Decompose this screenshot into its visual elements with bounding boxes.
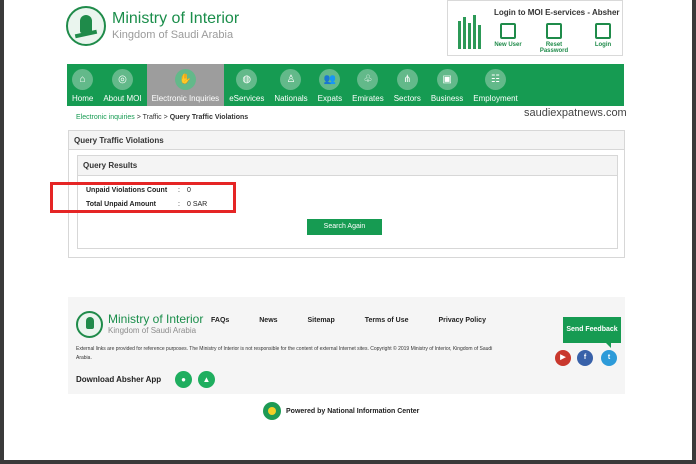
footer-logo[interactable]: Ministry of Interior Kingdom of Saudi Ar… bbox=[76, 311, 203, 338]
android-icon: ▲ bbox=[202, 375, 211, 384]
breadcrumb-electronic-inquiries[interactable]: Electronic inquiries bbox=[76, 114, 135, 121]
footer-links: FAQs News Sitemap Terms of Use Privacy P… bbox=[211, 317, 514, 324]
login-button[interactable]: Login bbox=[584, 23, 622, 48]
red-highlight-box bbox=[50, 182, 236, 213]
nav-nationals[interactable]: ♙ Nationals bbox=[269, 64, 312, 106]
nav-sectors[interactable]: ⋔ Sectors bbox=[389, 64, 426, 106]
footer-link-faqs[interactable]: FAQs bbox=[211, 317, 229, 324]
nav-eservices[interactable]: ◍ eServices bbox=[224, 64, 269, 106]
national-information-center-icon bbox=[263, 402, 281, 420]
search-again-button[interactable]: Search Again bbox=[307, 219, 382, 235]
people-icon: 👥 bbox=[319, 69, 341, 90]
facebook-icon[interactable]: f bbox=[577, 350, 593, 366]
footer-link-sitemap[interactable]: Sitemap bbox=[308, 317, 335, 324]
ministry-logo[interactable]: Ministry of Interior Kingdom of Saudi Ar… bbox=[66, 6, 239, 46]
query-results-title: Query Results bbox=[78, 156, 617, 176]
query-panel-title: Query Traffic Violations bbox=[69, 131, 624, 150]
main-navigation: ⌂ Home ◎ About MOI ✋ Electronic Inquiries ◍… bbox=[67, 64, 624, 106]
site-footer: Ministry of Interior Kingdom of Saudi Ar… bbox=[68, 297, 625, 394]
footer-subtitle: Kingdom of Saudi Arabia bbox=[108, 326, 197, 335]
breadcrumb-separator: > bbox=[163, 114, 168, 121]
nav-inquiries-label: Electronic Inquiries bbox=[151, 94, 220, 103]
home-icon: ⌂ bbox=[72, 69, 94, 90]
nav-home[interactable]: ⌂ Home bbox=[67, 64, 98, 106]
apple-store-button[interactable]: ● bbox=[175, 371, 192, 388]
browser-page: Ministry of Interior Kingdom of Saudi Ar… bbox=[4, 0, 692, 460]
nav-about-moi[interactable]: ◎ About MOI bbox=[98, 64, 146, 106]
footer-emblem-icon bbox=[76, 311, 103, 338]
nav-business[interactable]: ▣ Business bbox=[426, 64, 468, 106]
emblem-icon: ◎ bbox=[111, 69, 133, 90]
breadcrumb: Electronic inquiries > Traffic > Query T… bbox=[76, 114, 248, 121]
nav-eservices-label: eServices bbox=[229, 94, 265, 103]
breadcrumb-separator: > bbox=[136, 114, 141, 121]
share-icon: ⋔ bbox=[396, 69, 418, 90]
footer-title: Ministry of Interior bbox=[108, 312, 204, 326]
nav-expats[interactable]: 👥 Expats bbox=[313, 64, 347, 106]
saudi-emblem-icon bbox=[66, 6, 106, 46]
source-watermark: saudiexpatnews.com bbox=[524, 107, 627, 119]
inquiry-icon: ✋ bbox=[174, 69, 196, 90]
nav-emirates-label: Emirates bbox=[352, 94, 384, 103]
breadcrumb-current: Query Traffic Violations bbox=[169, 114, 249, 121]
footer-disclaimer: External links are provided for referenc… bbox=[76, 346, 493, 361]
new-user-icon bbox=[500, 23, 516, 39]
reset-password-icon bbox=[546, 23, 562, 39]
youtube-icon[interactable]: ▶ bbox=[555, 350, 571, 366]
send-feedback-button[interactable]: Send Feedback bbox=[563, 317, 621, 348]
absher-title: Login to MOI E-services - Absher bbox=[494, 8, 620, 17]
new-user-button[interactable]: New User bbox=[489, 23, 527, 48]
new-user-label: New User bbox=[494, 42, 522, 48]
footer-link-privacy[interactable]: Privacy Policy bbox=[438, 317, 485, 324]
reset-password-button[interactable]: Reset Password bbox=[535, 23, 573, 54]
login-icon bbox=[595, 23, 611, 39]
person-icon: ♙ bbox=[280, 69, 302, 90]
absher-login-box: Login to MOI E-services - Absher New Use… bbox=[447, 0, 623, 56]
download-app-label: Download Absher App bbox=[76, 375, 162, 384]
nav-business-label: Business bbox=[430, 94, 464, 103]
absher-logo-icon bbox=[457, 13, 483, 49]
nav-employment-label: Employment bbox=[473, 94, 518, 103]
nav-employment[interactable]: ☷ Employment bbox=[468, 64, 522, 106]
login-label: Login bbox=[594, 42, 612, 48]
apple-icon: ● bbox=[181, 375, 186, 384]
android-store-button[interactable]: ▲ bbox=[198, 371, 215, 388]
nav-about-label: About MOI bbox=[103, 94, 142, 103]
breadcrumb-traffic[interactable]: Traffic bbox=[143, 114, 162, 121]
powered-by-label: Powered by National Information Center bbox=[286, 407, 420, 415]
moi-page: Ministry of Interior Kingdom of Saudi Ar… bbox=[4, 0, 692, 460]
footer-link-terms[interactable]: Terms of Use bbox=[365, 317, 409, 324]
reset-password-label: Reset Password bbox=[539, 42, 569, 54]
nav-nationals-label: Nationals bbox=[274, 94, 308, 103]
ministry-subtitle: Kingdom of Saudi Arabia bbox=[112, 29, 234, 41]
nav-emirates[interactable]: ♧ Emirates bbox=[347, 64, 389, 106]
palm-icon: ♧ bbox=[357, 69, 379, 90]
ministry-logo-text: Ministry of Interior Kingdom of Saudi Ar… bbox=[112, 10, 239, 42]
group-icon: ☷ bbox=[485, 69, 507, 90]
briefcase-icon: ▣ bbox=[436, 69, 458, 90]
nav-sectors-label: Sectors bbox=[393, 94, 421, 103]
twitter-icon[interactable]: t bbox=[601, 350, 617, 366]
footer-link-news[interactable]: News bbox=[259, 317, 277, 324]
ministry-title: Ministry of Interior bbox=[112, 10, 240, 27]
powered-by-footer: Powered by National Information Center bbox=[263, 402, 419, 420]
nav-home-label: Home bbox=[72, 94, 94, 103]
nav-electronic-inquiries[interactable]: ✋ Electronic Inquiries bbox=[146, 64, 225, 106]
globe-icon: ◍ bbox=[236, 69, 258, 90]
footer-logo-text: Ministry of Interior Kingdom of Saudi Ar… bbox=[103, 313, 203, 336]
nav-expats-label: Expats bbox=[317, 94, 343, 103]
